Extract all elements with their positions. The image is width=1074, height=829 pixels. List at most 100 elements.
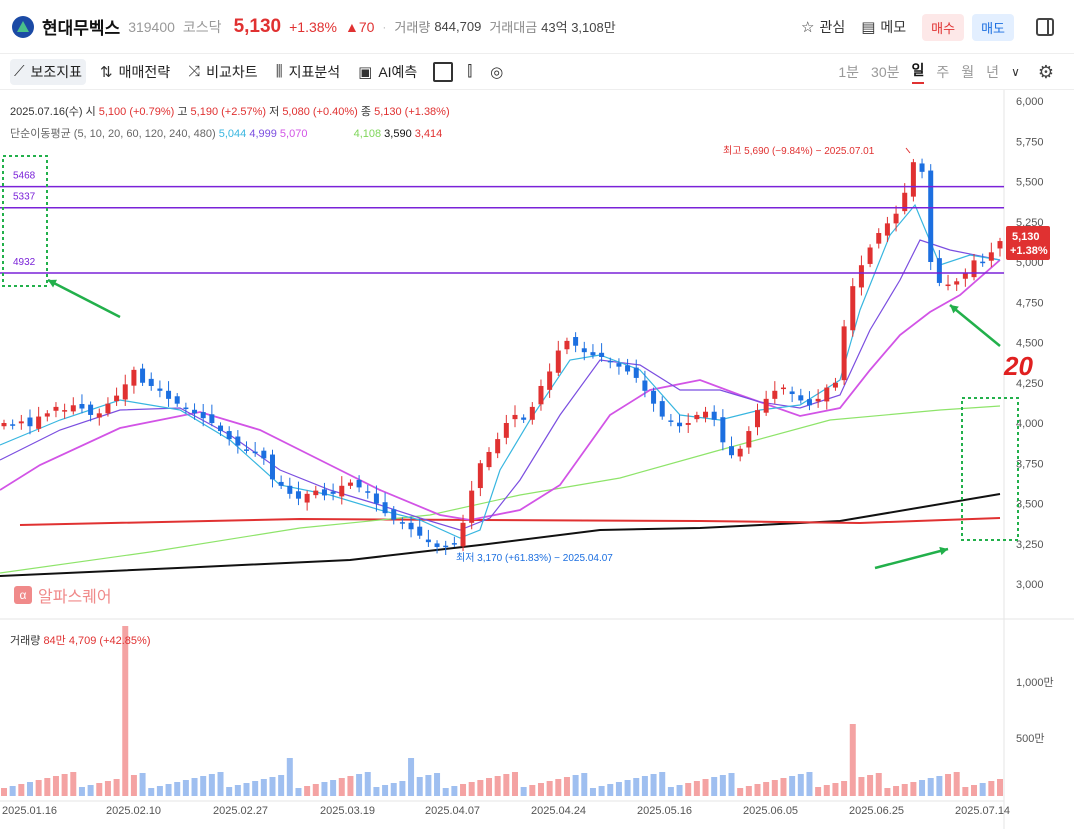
strategy-button[interactable]: ⇅ 매매전략 (96, 59, 174, 85)
camera-icon: ◎ (490, 63, 504, 81)
chevron-down-icon[interactable]: ∨ (1011, 65, 1020, 79)
indicator-button[interactable]: ⟋ 보조지표 (10, 58, 87, 85)
volume-bar (130, 775, 137, 796)
candle (729, 446, 735, 456)
ma20-value: 5,070 (279, 128, 308, 140)
period-month[interactable]: 월 (961, 62, 974, 82)
ma120-line (0, 405, 1001, 574)
candle (616, 363, 622, 367)
volume-bar (382, 785, 389, 796)
change-amount: ▲70 (344, 18, 375, 35)
chart-toolbar: ⟋ 보조지표 ⇅ 매매전략 ⤨ 비교차트 ⫼ 지표분석 ▣ AI예측 ⫿ ◎ 1분 30분… (0, 54, 1074, 90)
volume-bar (719, 775, 726, 796)
sell-button[interactable]: 매도 (972, 13, 1014, 41)
volume-bar (182, 780, 189, 796)
candle (780, 387, 786, 390)
volume-bar (615, 782, 622, 796)
side-panel-icon[interactable] (1036, 18, 1054, 36)
volume-bar (893, 786, 900, 796)
volume-bar (745, 786, 752, 796)
volume-bar (771, 780, 778, 796)
buy-button[interactable]: 매수 (922, 13, 965, 41)
volume-bar (364, 772, 371, 796)
low-value: 5,080 (+0.40%) (282, 106, 358, 118)
volume-bar (139, 773, 146, 796)
date-axis-tick: 2025.04.07 (425, 805, 480, 817)
volume-bar (823, 785, 830, 796)
candle (1, 423, 7, 427)
volume-bar (260, 779, 267, 796)
volume-bar (208, 774, 215, 796)
volume-bar (330, 780, 337, 796)
candle (928, 170, 934, 262)
ai-predict-button[interactable]: ▣ AI예측 (354, 59, 421, 85)
period-day[interactable]: 일 (911, 60, 925, 84)
volume-bar (633, 778, 640, 796)
volume-bar (226, 787, 233, 796)
candle (954, 281, 960, 285)
candle (200, 412, 206, 419)
info-date: 2025.07.16(수) (10, 106, 83, 118)
period-week[interactable]: 주 (936, 62, 949, 82)
volume-bar (546, 781, 553, 796)
analysis-button[interactable]: ⫼ 지표분석 (272, 59, 344, 85)
strategy-icon: ⇅ (100, 63, 113, 81)
volume-bar (390, 783, 397, 796)
volume-bar (104, 781, 111, 796)
volume-bar (252, 781, 259, 796)
gear-icon[interactable]: ⚙ (1038, 62, 1054, 83)
period-year[interactable]: 년 (986, 62, 999, 82)
volume-bar (832, 783, 839, 796)
volume-bar (607, 784, 614, 796)
volume-bar (641, 776, 648, 796)
volume-bar (494, 776, 501, 796)
price-axis-tick: 4,500 (1016, 338, 1044, 350)
volume-bar (1, 788, 7, 796)
shuffle-icon: ⤨ (188, 63, 201, 80)
compare-button[interactable]: ⤨ 비교차트 (184, 59, 262, 85)
candle (694, 414, 700, 420)
volume-label: 거래량 (394, 20, 431, 35)
candle (555, 350, 561, 373)
candle (10, 424, 16, 426)
volume-bar (61, 774, 68, 796)
screenshot-button[interactable]: ◎ (486, 60, 507, 84)
candle (495, 439, 501, 454)
candle (451, 543, 457, 545)
candle (469, 490, 475, 523)
price-chart[interactable]: 6,0005,7505,5005,2505,0004,7504,5004,250… (0, 90, 1074, 829)
stock-name[interactable]: 현대무벡스 (42, 14, 120, 39)
candle (347, 482, 353, 486)
volume-bar (78, 787, 85, 796)
ma480-value: 3,414 (414, 128, 443, 140)
candle (988, 252, 994, 261)
candle (269, 454, 275, 480)
candle (677, 422, 683, 427)
price-axis-tick: 3,750 (1016, 458, 1044, 470)
square-tool-icon[interactable] (433, 61, 454, 82)
volume-bar (87, 785, 94, 796)
volume-bar (815, 787, 822, 796)
candle-type-button[interactable]: ⫿ (463, 60, 476, 83)
candle (44, 413, 50, 417)
period-30min[interactable]: 30분 (871, 62, 899, 82)
candle (382, 502, 388, 514)
memo-button[interactable]: ▤ 메모 (861, 17, 906, 37)
volume-bar (278, 775, 285, 796)
high-marker-pointer (905, 147, 911, 154)
candles-icon: ⫼ (275, 63, 283, 80)
candle (79, 404, 85, 409)
period-1min[interactable]: 1분 (838, 62, 859, 82)
volume-bar (200, 776, 207, 796)
volume-bar (165, 784, 172, 796)
candle (122, 384, 128, 400)
watch-button[interactable]: ☆ 관심 (801, 17, 845, 37)
star-icon: ☆ (800, 19, 815, 36)
volume-bar (685, 783, 692, 796)
volume-bar (217, 772, 224, 796)
high-marker-label: 최고 5,690 (−9.84%) − 2025.07.01 (723, 145, 875, 157)
indicator-icon: ⟋ (14, 63, 25, 80)
volume-bar (269, 777, 276, 796)
volume-bar (780, 778, 787, 796)
volume-bar (537, 783, 544, 796)
